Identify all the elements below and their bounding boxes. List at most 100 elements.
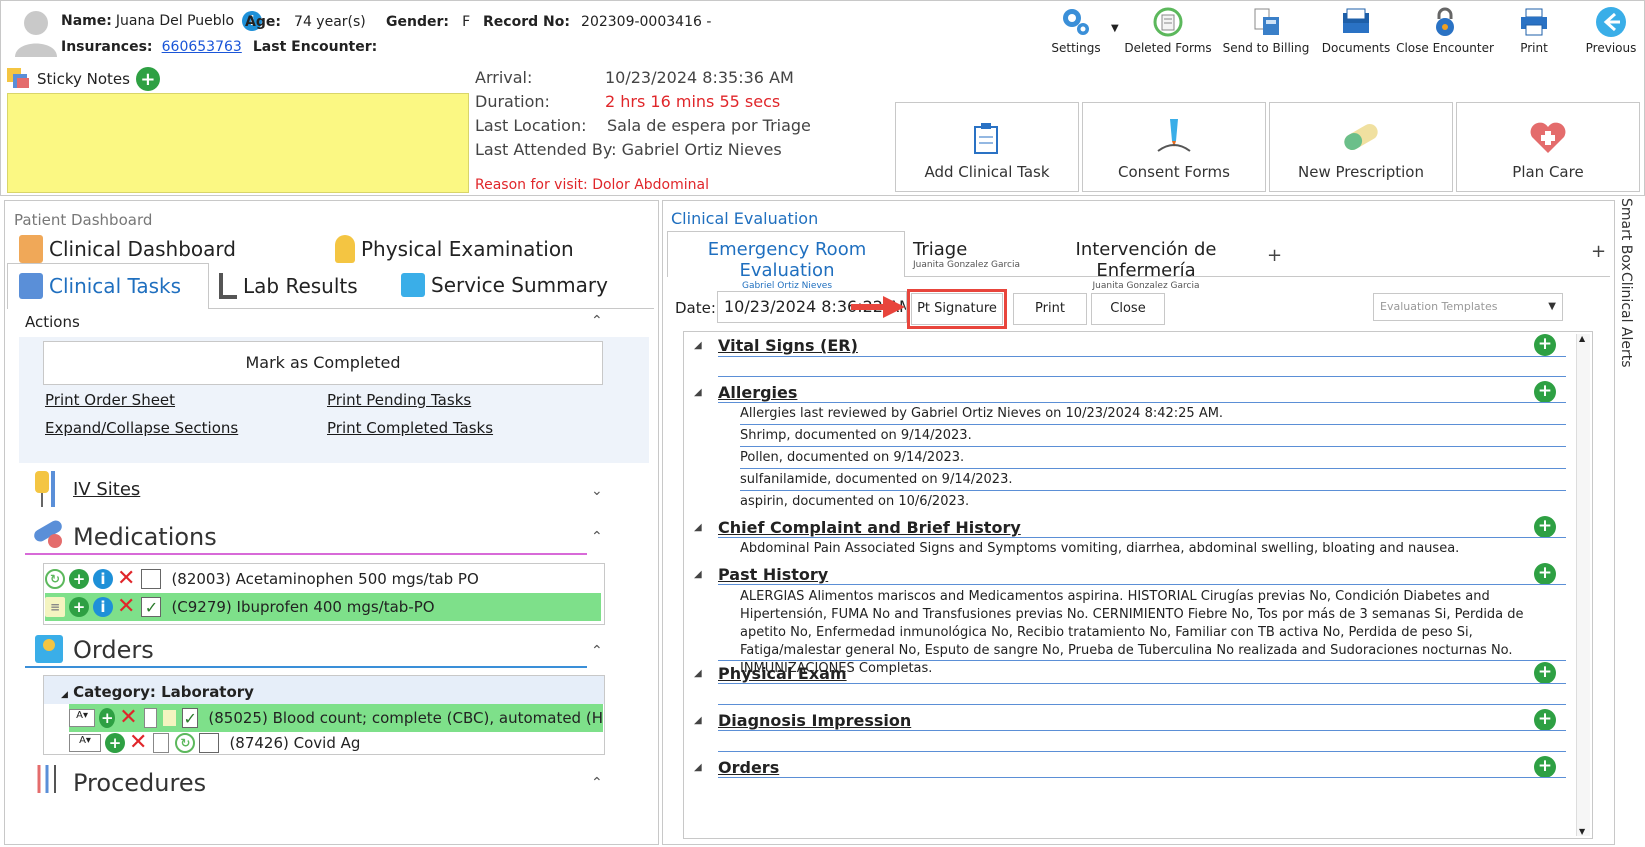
checkbox[interactable]	[141, 569, 162, 589]
settings-button[interactable]: Settings	[1041, 5, 1111, 61]
add-icon[interactable]: +	[105, 733, 125, 753]
collapse-triangle-icon[interactable]: ◢	[694, 668, 702, 679]
tab-service-summary[interactable]: Service Summary	[401, 273, 608, 297]
add-sticky-note-icon[interactable]: +	[135, 67, 160, 91]
documents-button[interactable]: Documents	[1321, 5, 1391, 61]
add-diagnosis-icon[interactable]: +	[1534, 709, 1556, 731]
add-order-icon[interactable]: +	[1534, 756, 1556, 778]
iv-sites-header[interactable]: IV Sites	[73, 479, 140, 500]
caret-down-icon[interactable]: ▼	[1111, 23, 1119, 34]
chevron-down-icon[interactable]: ⌄	[591, 483, 603, 499]
refresh-icon[interactable]: ↻	[45, 569, 65, 589]
add-allergy-icon[interactable]: +	[1534, 381, 1556, 403]
close-evaluation-button[interactable]: Close	[1091, 293, 1165, 325]
previous-button[interactable]: Previous	[1581, 5, 1641, 61]
chief-complaint-header[interactable]: Chief Complaint and Brief History	[718, 518, 1021, 537]
checkbox[interactable]	[199, 733, 220, 753]
scroll-down-icon[interactable]: ▼	[1579, 827, 1585, 836]
vital-signs-header[interactable]: Vital Signs (ER)	[718, 336, 858, 355]
checkbox-checked[interactable]: ✓	[141, 597, 162, 617]
list-item[interactable]: ↻ + i ✕ (82003) Acetaminophen 500 mgs/ta…	[45, 565, 603, 593]
tab-clinical-dashboard[interactable]: Clinical Dashboard	[19, 235, 236, 263]
diagnosis-impression-header[interactable]: Diagnosis Impression	[718, 711, 911, 730]
chevron-up-icon[interactable]: ⌃	[591, 643, 603, 659]
smart-box-tab[interactable]: Smart Box	[1618, 198, 1634, 271]
deleted-forms-button[interactable]: Deleted Forms	[1123, 5, 1213, 61]
name-label: Name:	[61, 13, 112, 29]
tab-clinical-tasks[interactable]: Clinical Tasks	[19, 273, 181, 299]
collapse-triangle-icon[interactable]: ◢	[694, 762, 702, 773]
tab-triage[interactable]: Triage Juanita Gonzalez Garcia	[913, 239, 1023, 270]
caret-down-icon[interactable]: ▼	[1548, 294, 1556, 320]
pt-signature-button[interactable]: Pt Signature	[907, 289, 1007, 329]
add-physical-exam-icon[interactable]: +	[1534, 662, 1556, 684]
mark-completed-button[interactable]: Mark as Completed	[43, 341, 603, 385]
order-category[interactable]: ◢ Category: Laboratory	[61, 683, 254, 701]
add-tab-icon[interactable]: +	[1267, 245, 1282, 266]
collapse-triangle-icon[interactable]: ◢	[61, 690, 68, 700]
procedures-header[interactable]: Procedures	[73, 769, 206, 797]
delete-icon[interactable]: ✕	[129, 732, 147, 754]
evaluation-templates-select[interactable]: Evaluation Templates ▼	[1373, 293, 1563, 321]
tab-emergency-room-evaluation[interactable]: Emergency Room Evaluation Gabriel Ortiz …	[673, 239, 901, 291]
orders-header[interactable]: Orders	[73, 636, 154, 664]
note-icon[interactable]: ≡	[45, 597, 65, 617]
consent-forms-button[interactable]: Consent Forms	[1082, 102, 1266, 192]
add-vital-signs-icon[interactable]: +	[1534, 334, 1556, 356]
info-icon[interactable]: i	[93, 597, 113, 617]
expand-collapse-link[interactable]: Expand/Collapse Sections	[45, 419, 238, 437]
collapse-triangle-icon[interactable]: ◢	[694, 715, 702, 726]
sticky-note-area[interactable]	[7, 93, 469, 193]
collapse-triangle-icon[interactable]: ◢	[694, 522, 702, 533]
scroll-up-icon[interactable]: ▲	[1579, 334, 1585, 343]
medications-header[interactable]: Medications	[73, 523, 217, 551]
print-button[interactable]: Print	[1504, 5, 1564, 61]
tab-intervencion-enfermeria[interactable]: Intervención de Enfermería Juanita Gonza…	[1031, 239, 1261, 291]
close-encounter-button[interactable]: Close Encounter	[1395, 5, 1495, 61]
table-row[interactable]: A▾ + ✕ ✓ (85025) Blood count; complete (…	[69, 704, 603, 732]
insurance-link[interactable]: 660653763	[162, 39, 242, 55]
document-icon[interactable]	[143, 708, 158, 728]
checkbox-checked[interactable]: ✓	[181, 708, 199, 728]
tab-physical-examination[interactable]: Physical Examination	[335, 235, 574, 263]
past-history-header[interactable]: Past History	[718, 565, 828, 584]
document-icon[interactable]	[153, 733, 170, 753]
collapse-triangle-icon[interactable]: ◢	[694, 387, 702, 398]
print-order-sheet-link[interactable]: Print Order Sheet	[45, 391, 175, 409]
print-completed-tasks-link[interactable]: Print Completed Tasks	[327, 419, 493, 437]
add-icon[interactable]: +	[99, 708, 116, 728]
allergies-header[interactable]: Allergies	[718, 383, 797, 402]
table-row[interactable]: A▾ + ✕ ↻ (87426) Covid Ag	[69, 729, 603, 757]
delete-icon[interactable]: ✕	[119, 707, 137, 729]
collapse-triangle-icon[interactable]: ◢	[694, 340, 702, 351]
chevron-up-icon[interactable]: ⌃	[591, 775, 603, 791]
collapse-triangle-icon[interactable]: ◢	[694, 569, 702, 580]
delete-icon[interactable]: ✕	[117, 568, 135, 590]
plan-care-button[interactable]: Plan Care	[1456, 102, 1640, 192]
delete-icon[interactable]: ✕	[117, 596, 135, 618]
send-to-billing-button[interactable]: Send to Billing	[1218, 5, 1314, 61]
list-item[interactable]: ≡ + i ✕ ✓ (C9279) Ibuprofen 400 mgs/tab-…	[45, 593, 601, 621]
add-chief-complaint-icon[interactable]: +	[1534, 516, 1556, 538]
clinical-alerts-tab[interactable]: Clinical Alerts	[1618, 272, 1634, 368]
tab-lab-results[interactable]: Lab Results	[219, 273, 358, 299]
new-prescription-button[interactable]: New Prescription	[1269, 102, 1453, 192]
orders-section-header[interactable]: Orders	[718, 758, 779, 777]
print-pending-tasks-link[interactable]: Print Pending Tasks	[327, 391, 471, 409]
refresh-icon[interactable]: ↻	[175, 733, 196, 753]
print-label: Print	[1520, 41, 1548, 55]
info-icon[interactable]: i	[93, 569, 113, 589]
print-evaluation-button[interactable]: Print	[1013, 293, 1087, 325]
scrollbar[interactable]: ▲ ▼	[1576, 334, 1590, 836]
chevron-up-icon[interactable]: ⌃	[591, 529, 603, 545]
template-dropdown-icon[interactable]: A▾	[69, 734, 101, 752]
add-past-history-icon[interactable]: +	[1534, 563, 1556, 585]
template-dropdown-icon[interactable]: A▾	[69, 709, 96, 727]
add-clinical-task-button[interactable]: Add Clinical Task	[895, 102, 1079, 192]
physical-exam-header[interactable]: Physical Exam	[718, 664, 847, 683]
chevron-up-icon[interactable]: ⌃	[591, 313, 603, 329]
note-icon[interactable]	[163, 710, 176, 726]
add-tab-right-icon[interactable]: +	[1591, 241, 1606, 262]
add-icon[interactable]: +	[69, 569, 89, 589]
add-icon[interactable]: +	[69, 597, 89, 617]
